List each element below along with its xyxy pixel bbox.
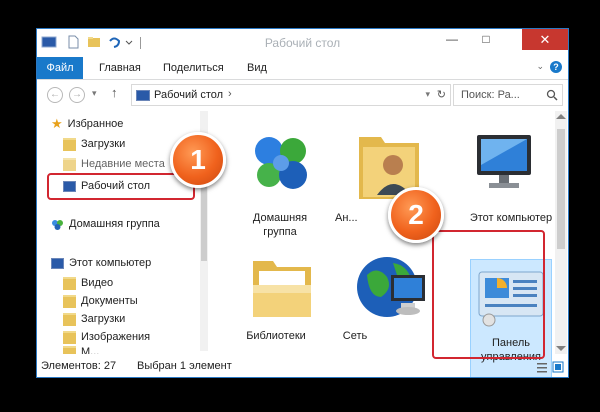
- details-view-icon[interactable]: [536, 361, 548, 373]
- sidebar-item-downloads-pc[interactable]: Загрузки: [63, 310, 125, 328]
- video-folder-icon: [63, 276, 76, 290]
- highlight-control-panel: [432, 230, 545, 359]
- item-label: Ан...: [335, 212, 358, 224]
- ribbon-controls: ⌄ ?: [536, 61, 562, 73]
- step-badge-2: 2: [388, 187, 444, 243]
- address-bar[interactable]: Рабочий стол › ▾ ↻: [131, 84, 451, 106]
- downloads-folder-icon: [63, 137, 76, 151]
- address-dropdown-icon[interactable]: ▾: [425, 89, 430, 100]
- list-item-homegroup[interactable]: Домашняя группа: [235, 119, 325, 239]
- step-badge-1: 1: [170, 132, 226, 188]
- close-button[interactable]: ✕: [522, 29, 568, 50]
- sidebar-label: Документы: [81, 295, 138, 307]
- back-button[interactable]: ←: [47, 87, 63, 103]
- tab-view[interactable]: Вид: [247, 57, 267, 79]
- search-input[interactable]: Поиск: Ра...: [461, 89, 520, 101]
- downloads-folder-icon: [63, 312, 76, 326]
- breadcrumb-chevron-icon[interactable]: ›: [228, 88, 232, 100]
- computer-icon: [51, 257, 64, 269]
- tab-share[interactable]: Поделиться: [163, 57, 224, 79]
- sidebar-label: Загрузки: [81, 313, 126, 325]
- tab-file[interactable]: Файл: [37, 57, 83, 79]
- sidebar-label: Избранное: [67, 118, 124, 130]
- libraries-icon: [253, 261, 311, 317]
- content-scrollbar[interactable]: [555, 111, 567, 354]
- sidebar-label: Видео: [81, 277, 114, 289]
- search-icon[interactable]: [546, 89, 558, 101]
- images-folder-icon: [63, 330, 76, 344]
- item-count: Элементов: 27: [41, 360, 117, 372]
- sidebar-label: Загрузки: [81, 138, 126, 150]
- highlight-desktop: [47, 173, 195, 200]
- sidebar-item-images[interactable]: Изображения: [63, 328, 150, 346]
- scroll-down-icon[interactable]: [556, 346, 566, 351]
- desktop-icon: [136, 90, 150, 101]
- sidebar-item-homegroup[interactable]: Домашняя группа: [51, 215, 160, 233]
- up-button[interactable]: ↑: [111, 85, 118, 100]
- sidebar-label: М...: [81, 346, 100, 354]
- item-label: Библиотеки: [246, 330, 306, 342]
- item-label-line2: группа: [263, 226, 297, 238]
- help-icon[interactable]: ?: [550, 61, 562, 73]
- homegroup-icon: [255, 137, 307, 189]
- network-icon: [357, 257, 425, 317]
- ribbon: Файл Главная Поделиться Вид ⌄ ?: [37, 57, 568, 80]
- recent-places-icon: [63, 157, 76, 171]
- sidebar-item-this-pc[interactable]: Этот компьютер: [51, 254, 151, 272]
- documents-folder-icon: [63, 294, 76, 308]
- minimize-button[interactable]: —: [438, 29, 466, 50]
- sidebar-label: Этот компьютер: [69, 257, 152, 269]
- recent-locations-button[interactable]: ▾: [92, 88, 97, 99]
- star-icon: ★: [51, 116, 63, 131]
- address-path[interactable]: Рабочий стол: [154, 89, 223, 101]
- sidebar-label: Домашняя группа: [69, 218, 160, 230]
- list-item-this-pc[interactable]: Этот компьютер: [455, 119, 552, 239]
- forward-button[interactable]: →: [69, 87, 85, 103]
- sidebar-item-downloads[interactable]: Загрузки: [63, 135, 125, 153]
- sidebar-label: Изображения: [81, 331, 151, 343]
- sidebar-item-music[interactable]: М...: [63, 346, 99, 354]
- scrollbar-thumb[interactable]: [557, 129, 565, 249]
- sidebar-item-recent-places[interactable]: Недавние места: [63, 155, 165, 173]
- item-label: Сеть: [342, 330, 368, 342]
- sidebar-label: Недавние места: [81, 158, 165, 170]
- navigation-bar: ← → ▾ ↑ Рабочий стол › ▾ ↻ Поиск: Ра...: [37, 81, 568, 109]
- tab-home[interactable]: Главная: [99, 57, 141, 79]
- list-item-libraries[interactable]: Библиотеки: [235, 241, 325, 351]
- item-label: Этот компьютер: [469, 212, 553, 224]
- maximize-button[interactable]: □: [472, 29, 500, 50]
- sidebar-item-documents[interactable]: Документы: [63, 292, 138, 310]
- computer-icon: [477, 135, 531, 188]
- sidebar-item-video[interactable]: Видео: [63, 274, 113, 292]
- title-bar: Рабочий стол — □ ✕: [37, 29, 568, 56]
- music-folder-icon: [63, 346, 76, 354]
- item-label: Домашняя: [252, 212, 308, 224]
- large-icons-view-icon[interactable]: [552, 361, 564, 373]
- sidebar-item-favorites[interactable]: ★ Избранное: [51, 115, 123, 133]
- scroll-up-icon[interactable]: [556, 114, 566, 119]
- refresh-icon[interactable]: ↻: [437, 88, 446, 101]
- expand-ribbon-icon[interactable]: ⌄: [536, 61, 544, 73]
- selection-count: Выбран 1 элемент: [137, 360, 232, 372]
- status-bar: Элементов: 27 Выбран 1 элемент: [37, 357, 568, 377]
- search-box[interactable]: Поиск: Ра...: [453, 84, 563, 106]
- list-item-network[interactable]: Сеть: [343, 241, 435, 351]
- homegroup-icon: [52, 219, 63, 230]
